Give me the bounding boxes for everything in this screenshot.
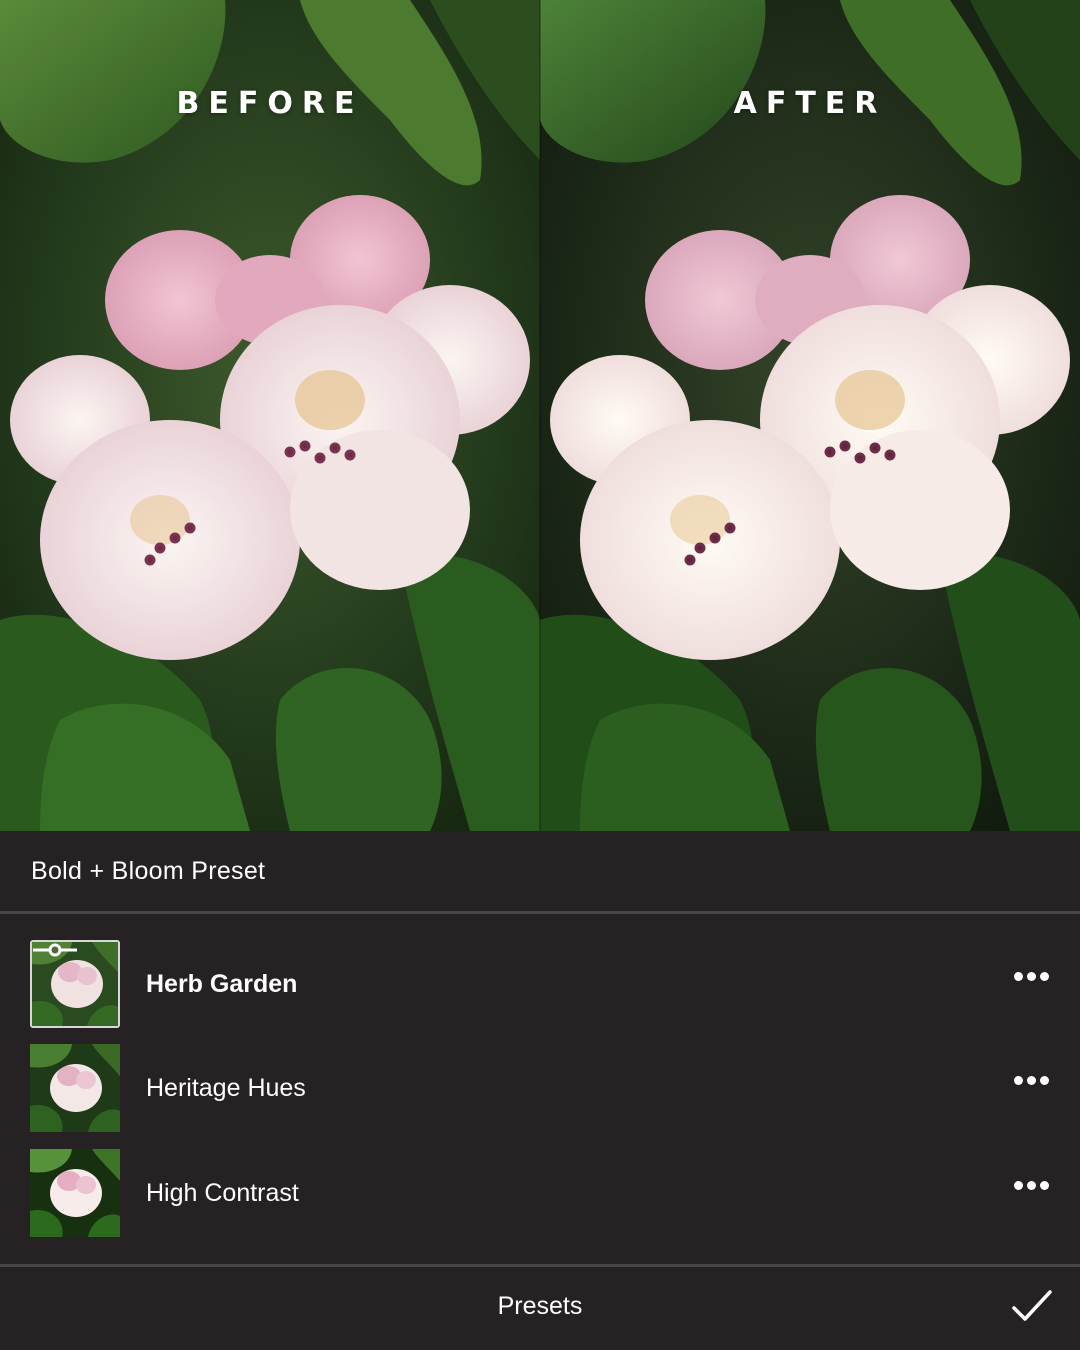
preset-group-title: Bold + Bloom Preset — [31, 857, 266, 885]
after-photo: AFTER — [540, 0, 1080, 831]
before-after-comparison: BEFORE AFTER — [0, 0, 1080, 831]
preset-panel: Bold + Bloom Preset Herb Garden Heritage… — [0, 831, 1080, 1350]
divider — [0, 1264, 1080, 1267]
before-photo-image — [0, 0, 540, 831]
after-label: AFTER — [733, 86, 887, 121]
thumbnail-image — [30, 1044, 120, 1132]
presets-tab-label: Presets — [497, 1292, 583, 1320]
preset-item-heritage-hues[interactable]: Heritage Hues — [0, 1044, 1080, 1134]
slider-adjust-icon — [33, 943, 77, 957]
preset-thumbnail[interactable] — [30, 940, 120, 1028]
preset-name: High Contrast — [146, 1179, 299, 1207]
more-options-icon[interactable] — [1006, 966, 1056, 986]
preset-thumbnail[interactable] — [30, 1149, 120, 1237]
preset-item-herb-garden[interactable]: Herb Garden — [0, 940, 1080, 1030]
after-photo-image — [540, 0, 1080, 831]
before-label: BEFORE — [176, 86, 364, 121]
preset-name: Herb Garden — [146, 970, 298, 998]
checkmark-icon[interactable] — [1010, 1286, 1054, 1326]
preset-item-high-contrast[interactable]: High Contrast — [0, 1149, 1080, 1239]
more-options-icon[interactable] — [1006, 1175, 1056, 1195]
thumbnail-image — [30, 1149, 120, 1237]
comparison-divider[interactable] — [539, 0, 541, 831]
divider — [0, 911, 1080, 914]
preset-name: Heritage Hues — [146, 1074, 306, 1102]
preset-thumbnail[interactable] — [30, 1044, 120, 1132]
before-photo: BEFORE — [0, 0, 540, 831]
more-options-icon[interactable] — [1006, 1070, 1056, 1090]
